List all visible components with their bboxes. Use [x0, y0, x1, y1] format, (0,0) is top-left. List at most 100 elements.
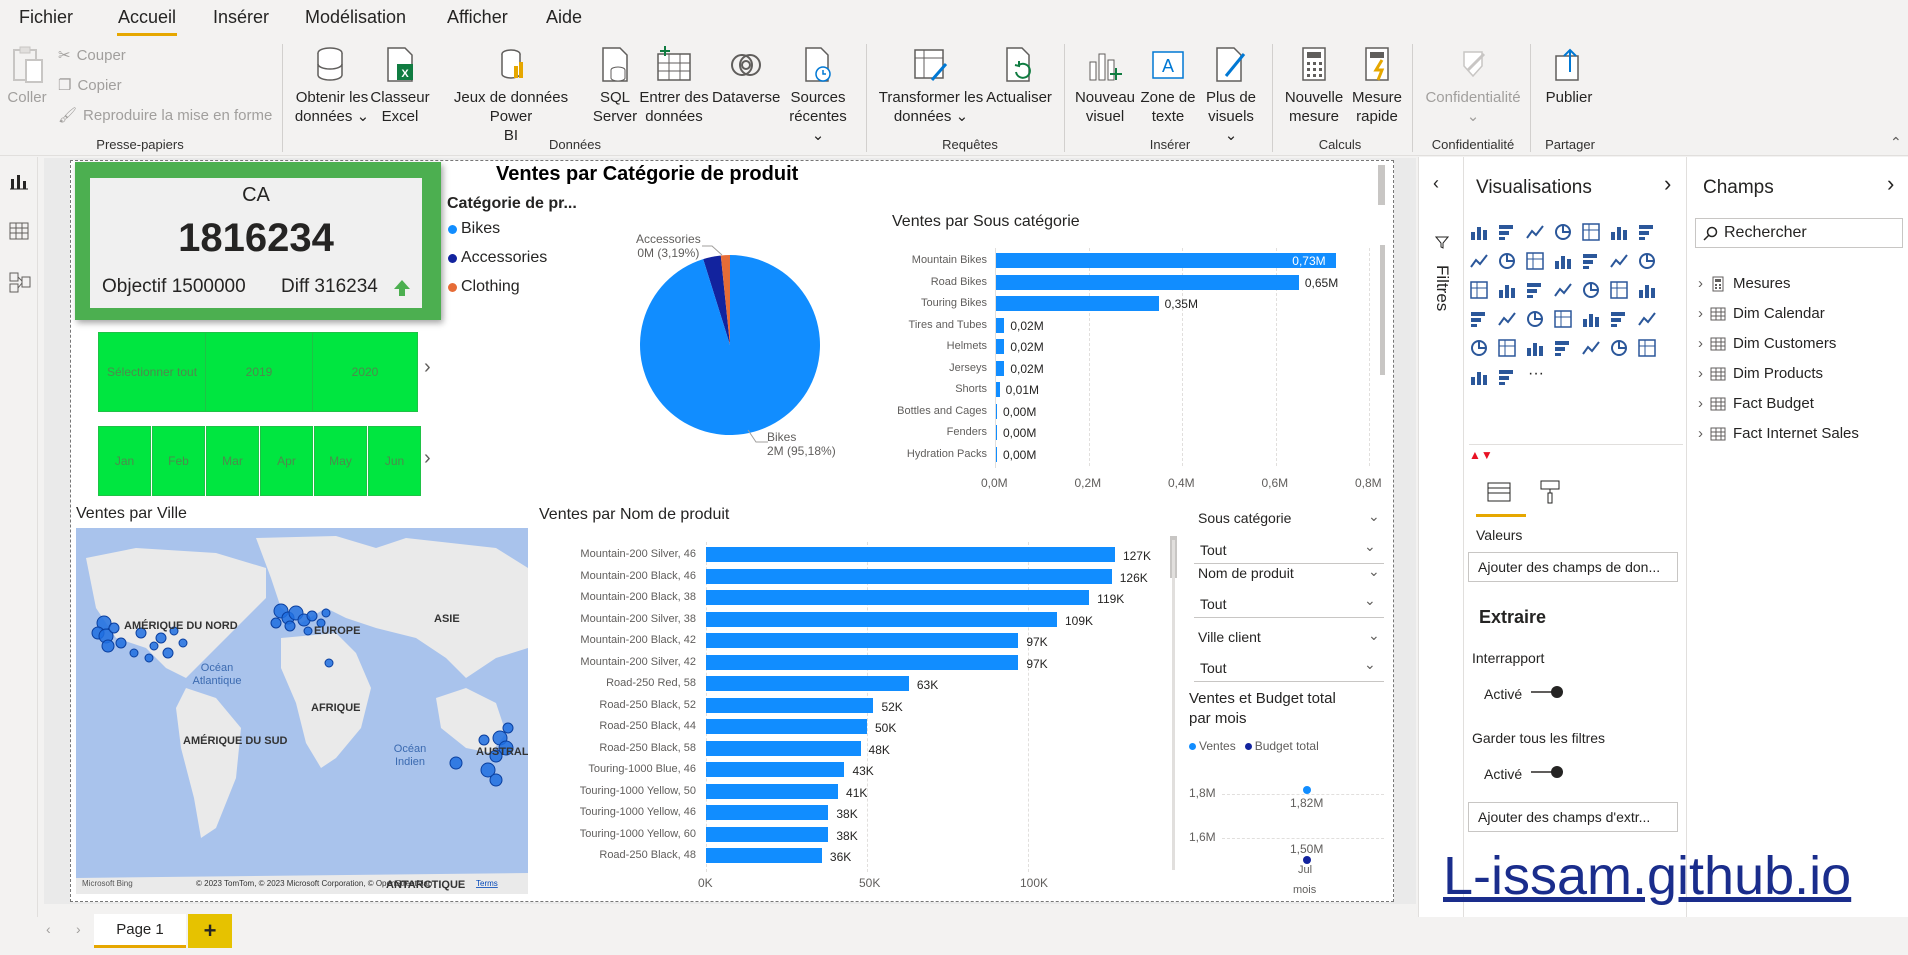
map-terms-link[interactable]: Terms	[476, 879, 498, 888]
month-slicer-jan[interactable]: Jan	[98, 426, 151, 496]
bar[interactable]	[706, 848, 822, 863]
bar[interactable]	[706, 611, 1057, 627]
field-table-dim-products[interactable]: › Dim Products	[1698, 365, 1823, 382]
line-chart-icon[interactable]	[1637, 222, 1657, 242]
filters-pane-label[interactable]: Filtres	[1432, 265, 1452, 311]
chevron-down-icon[interactable]: ⌄	[1368, 627, 1380, 644]
bar[interactable]	[706, 719, 867, 734]
donut-chart-icon[interactable]	[1525, 280, 1545, 300]
subcat-dropdown[interactable]: Tout ⌄	[1194, 538, 1384, 564]
filled-map-icon[interactable]	[1609, 280, 1629, 300]
bar[interactable]	[706, 590, 1090, 605]
bar[interactable]	[706, 740, 861, 756]
bar[interactable]	[706, 697, 874, 713]
year-slicer-2020[interactable]: 2020	[312, 332, 418, 412]
watermark-link[interactable]: L-issam.github.io	[1443, 845, 1851, 907]
format-painter-button[interactable]: 🖌 Reproduire la mise en forme	[58, 106, 272, 125]
kpi-icon[interactable]	[1525, 309, 1545, 329]
gauge-icon[interactable]	[1637, 280, 1657, 300]
visual-scrollbar[interactable]	[1380, 245, 1385, 375]
city-dropdown[interactable]: Tout ⌄	[1194, 656, 1384, 682]
bar[interactable]	[706, 783, 839, 799]
chevron-left-icon[interactable]: ‹	[1433, 173, 1439, 194]
refresh-button[interactable]: Actualiser	[984, 46, 1054, 107]
datasets-button[interactable]: Jeux de données Power BI	[432, 46, 590, 145]
field-table-fact-internet-sales[interactable]: › Fact Internet Sales	[1698, 425, 1859, 442]
field-table-mesures[interactable]: › Mesures	[1698, 275, 1791, 292]
paste-button[interactable]: Coller	[6, 46, 48, 107]
bar[interactable]	[706, 762, 845, 777]
bar[interactable]	[995, 253, 1337, 268]
field-table-fact-budget[interactable]: › Fact Budget	[1698, 395, 1814, 412]
page-tab-1[interactable]: Page 1	[94, 914, 186, 948]
chevron-right-icon[interactable]: ›	[1887, 171, 1894, 197]
visual-scrollbar-track[interactable]	[1172, 540, 1175, 870]
field-table-dim-customers[interactable]: › Dim Customers	[1698, 335, 1836, 352]
chevron-right-icon[interactable]: ›	[1664, 171, 1671, 197]
month-slicer-may[interactable]: May	[314, 426, 367, 496]
field-table-dim-calendar[interactable]: › Dim Calendar	[1698, 305, 1825, 322]
more-visuals-icon[interactable]: ···	[1528, 365, 1544, 383]
paginated-report-icon[interactable]	[1609, 338, 1629, 358]
cross-report-toggle[interactable]	[1529, 686, 1565, 698]
publish-button[interactable]: Publier	[1538, 46, 1600, 107]
chevron-right-icon[interactable]: ›	[424, 447, 431, 470]
textbox-button[interactable]: A Zone de texte	[1136, 46, 1200, 126]
qa-icon[interactable]	[1553, 338, 1573, 358]
excel-button[interactable]: X Classeur Excel	[370, 46, 430, 126]
fields-search-input[interactable]: Rechercher	[1695, 218, 1903, 248]
bar[interactable]	[995, 339, 1005, 354]
area-chart-icon[interactable]	[1469, 251, 1489, 271]
map-icon[interactable]	[1581, 280, 1601, 300]
matrix-icon[interactable]	[1609, 309, 1629, 329]
r-visual-icon[interactable]	[1637, 309, 1657, 329]
slicer-icon[interactable]	[1553, 309, 1573, 329]
new-visual-button[interactable]: Nouveau visuel	[1074, 46, 1136, 126]
stacked-area-icon[interactable]	[1497, 251, 1517, 271]
clustered-bar-icon[interactable]	[1525, 222, 1545, 242]
filters-pane[interactable]: ‹ Filtres	[1418, 157, 1463, 917]
legend-item-bikes[interactable]: Bikes	[448, 220, 500, 238]
pie-chart-icon[interactable]	[1497, 280, 1517, 300]
bar[interactable]	[706, 805, 829, 820]
dataverse-button[interactable]: Dataverse	[712, 46, 780, 107]
bar[interactable]	[706, 547, 1115, 562]
visual-scrollbar[interactable]	[1378, 165, 1385, 205]
python-visual-icon[interactable]	[1469, 338, 1489, 358]
build-visual-icon[interactable]	[1486, 481, 1512, 505]
legend-item-accessories[interactable]: Accessories	[448, 249, 547, 267]
bar[interactable]	[706, 568, 1112, 584]
report-view-icon[interactable]	[9, 171, 29, 191]
bar[interactable]	[706, 633, 1019, 648]
bar[interactable]	[995, 296, 1159, 311]
month-slicer-apr[interactable]: Apr	[260, 426, 313, 496]
copy-button[interactable]: ❐ Copier	[58, 76, 122, 95]
100-bar-icon[interactable]	[1581, 222, 1601, 242]
funnel-icon[interactable]	[1637, 251, 1657, 271]
kpi-card[interactable]: CA 1816234 Objectif 1500000 Diff 316234	[90, 178, 422, 308]
transform-data-button[interactable]: Transformer les données ⌄	[876, 46, 986, 126]
stacked-column-icon[interactable]	[1497, 222, 1517, 242]
ribbon-chart-icon[interactable]	[1581, 251, 1601, 271]
add-page-button[interactable]: +	[188, 914, 232, 948]
new-measure-button[interactable]: Nouvelle mesure	[1282, 46, 1346, 126]
menu-accueil[interactable]: Accueil	[118, 7, 176, 28]
pie-chart[interactable]	[630, 245, 830, 445]
sql-server-button[interactable]: SQL Server	[592, 46, 638, 126]
year-slicer-2019[interactable]: 2019	[205, 332, 313, 412]
100-column-icon[interactable]	[1609, 222, 1629, 242]
recent-sources-button[interactable]: Sources récentes ⌄	[782, 46, 854, 145]
more-visuals-button[interactable]: Plus de visuels ⌄	[1200, 46, 1262, 145]
bar[interactable]	[995, 274, 1299, 290]
clustered-column-icon[interactable]	[1553, 222, 1573, 242]
month-slicer-feb[interactable]: Feb	[152, 426, 205, 496]
key-influencers-icon[interactable]	[1497, 338, 1517, 358]
chevron-down-icon[interactable]: ⌄	[1368, 508, 1380, 525]
menu-inserer[interactable]: Insérer	[213, 7, 269, 28]
legend-item-clothing[interactable]: Clothing	[448, 278, 520, 296]
menu-fichier[interactable]: Fichier	[19, 7, 73, 28]
card-icon[interactable]	[1469, 309, 1489, 329]
month-slicer-jun[interactable]: Jun	[368, 426, 421, 496]
year-slicer-select-all[interactable]: Sélectionner tout	[98, 332, 206, 412]
bar[interactable]	[995, 360, 1005, 376]
